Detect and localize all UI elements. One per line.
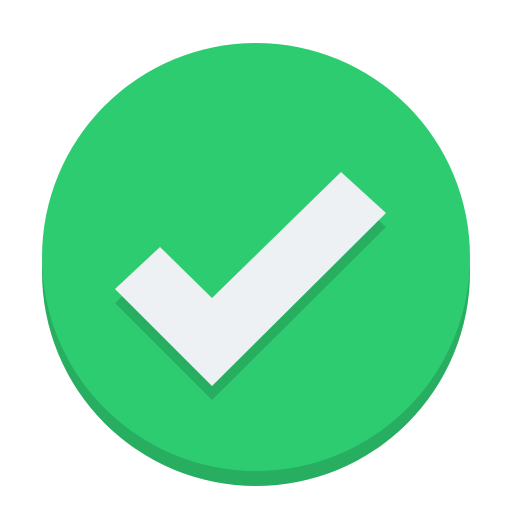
icon-canvas xyxy=(0,0,512,512)
checkmark-circle-icon xyxy=(42,43,470,486)
